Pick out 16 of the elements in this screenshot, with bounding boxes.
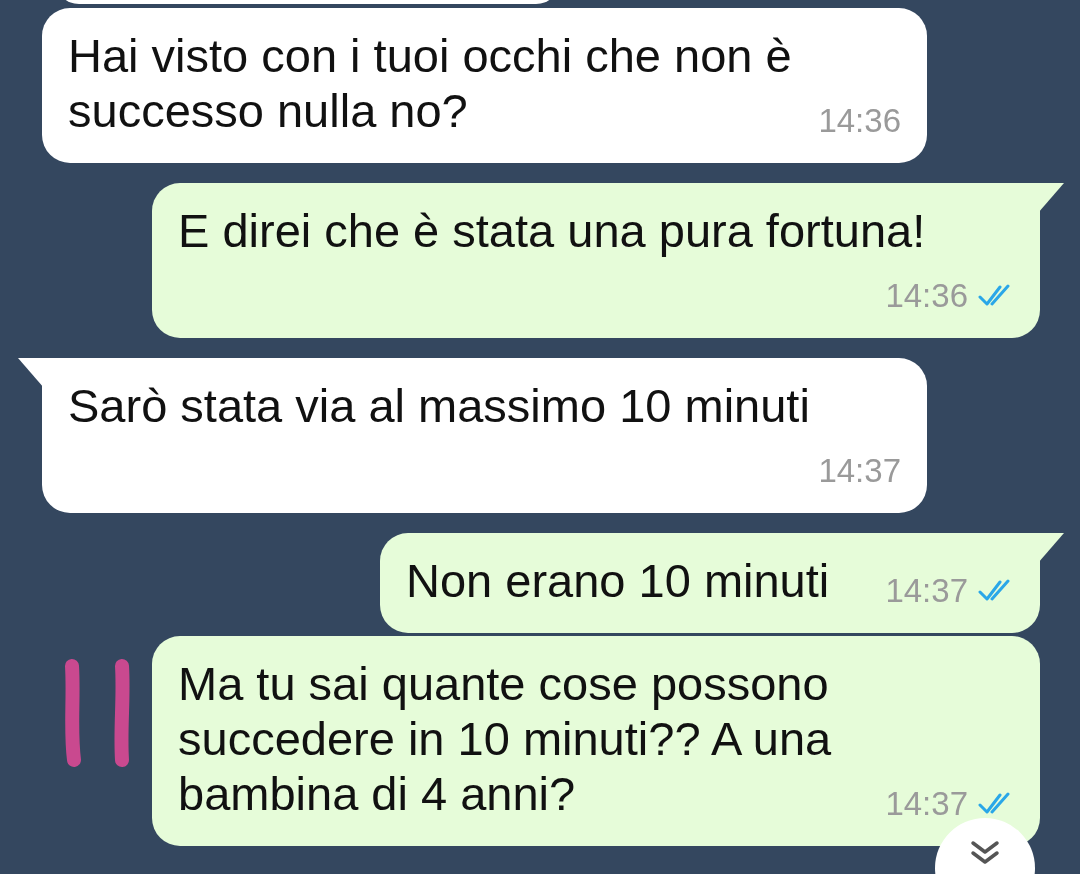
- message-time: 14:37: [818, 452, 901, 490]
- message-bubble[interactable]: E direi che è stata una pura fortuna! 14:36: [152, 183, 1040, 338]
- message-time: 14:36: [818, 102, 901, 140]
- message-time: 14:37: [885, 572, 968, 610]
- message-text: Ma tu sai quante cose possono succedere in 10 minuti?? A una bambina di 4 anni?: [178, 657, 832, 820]
- message-text: Hai visto con i tuoi occhi che non è successo nulla no?: [68, 29, 792, 137]
- double-chevron-down-icon: [970, 840, 1000, 866]
- message-time: 14:37: [885, 785, 968, 823]
- message-bubble[interactable]: Hai visto con i tuoi occhi che non è successo nulla no? 14:36: [42, 8, 927, 163]
- message-bubble[interactable]: Ma tu sai quante cose possono succedere in 10 minuti?? A una bambina di 4 anni? 14:37: [152, 636, 1040, 846]
- message-text: Non erano 10 minuti: [406, 554, 830, 607]
- message-time: 14:36: [885, 277, 968, 315]
- message-bubble[interactable]: Non erano 10 minuti 14:37: [380, 533, 1040, 633]
- message-text: Sarò stata via al massimo 10 minuti: [68, 379, 810, 432]
- message-text: E direi che è stata una pura fortuna!: [178, 204, 926, 257]
- message-bubble[interactable]: Sarò stata via al massimo 10 minuti 14:37: [42, 358, 927, 513]
